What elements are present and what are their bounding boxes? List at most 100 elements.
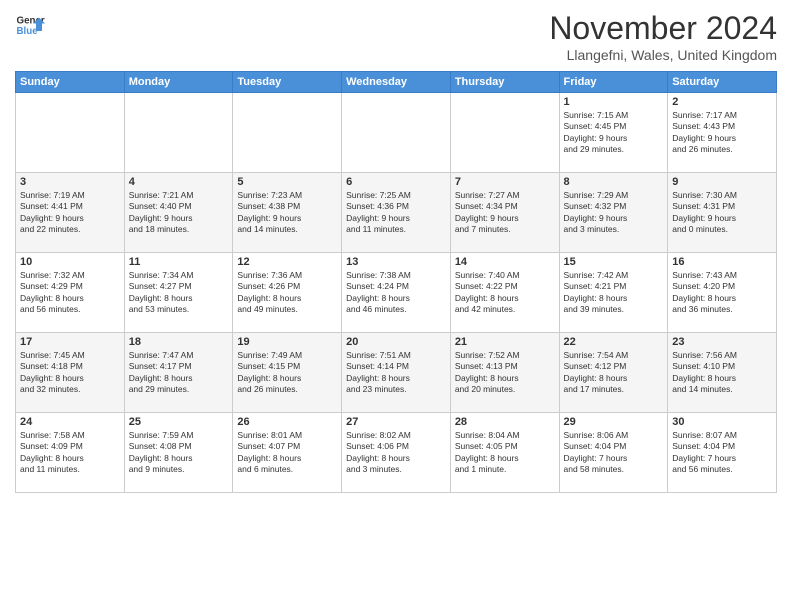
- day-number: 24: [20, 416, 120, 428]
- day-info: Sunrise: 7:19 AMSunset: 4:41 PMDaylight:…: [20, 190, 120, 236]
- header-saturday: Saturday: [668, 72, 777, 93]
- calendar-cell: 3 Sunrise: 7:19 AMSunset: 4:41 PMDaylight…: [16, 173, 125, 253]
- day-number: 21: [455, 336, 555, 348]
- day-info: Sunrise: 8:06 AMSunset: 4:04 PMDaylight:…: [564, 430, 664, 476]
- month-title: November 2024: [549, 10, 777, 47]
- calendar-cell: 2 Sunrise: 7:17 AMSunset: 4:43 PMDaylight…: [668, 93, 777, 173]
- calendar-cell: 5 Sunrise: 7:23 AMSunset: 4:38 PMDaylight…: [233, 173, 342, 253]
- page-container: General Blue November 2024 Llangefni, Wa…: [0, 0, 792, 612]
- day-info: Sunrise: 7:54 AMSunset: 4:12 PMDaylight:…: [564, 350, 664, 396]
- day-info: Sunrise: 7:58 AMSunset: 4:09 PMDaylight:…: [20, 430, 120, 476]
- page-header: General Blue November 2024 Llangefni, Wa…: [15, 10, 777, 63]
- day-number: 6: [346, 176, 446, 188]
- calendar-cell: 22 Sunrise: 7:54 AMSunset: 4:12 PMDayligh…: [559, 333, 668, 413]
- day-number: 9: [672, 176, 772, 188]
- header-wednesday: Wednesday: [342, 72, 451, 93]
- day-info: Sunrise: 8:07 AMSunset: 4:04 PMDaylight:…: [672, 430, 772, 476]
- header-sunday: Sunday: [16, 72, 125, 93]
- calendar-week-4: 17Sunrise: 7:45 AMSunset: 4:18 PMDayligh…: [16, 333, 777, 413]
- day-info: Sunrise: 7:15 AMSunset: 4:45 PMDaylight:…: [564, 110, 664, 156]
- calendar-cell: 10 Sunrise: 7:32 AMSunset: 4:29 PMDayligh…: [16, 253, 125, 333]
- header-monday: Monday: [124, 72, 233, 93]
- calendar-cell: [16, 93, 125, 173]
- day-info: Sunrise: 7:47 AMSunset: 4:17 PMDaylight:…: [129, 350, 229, 396]
- calendar-cell: 20 Sunrise: 7:51 AMSunset: 4:14 PMDayligh…: [342, 333, 451, 413]
- title-section: November 2024 Llangefni, Wales, United K…: [549, 10, 777, 63]
- calendar-cell: 14Sunrise: 7:40 AMSunset: 4:22 PMDayligh…: [450, 253, 559, 333]
- calendar-cell: 19 Sunrise: 7:49 AMSunset: 4:15 PMDayligh…: [233, 333, 342, 413]
- day-info: Sunrise: 7:27 AMSunset: 4:34 PMDaylight:…: [455, 190, 555, 236]
- day-number: 5: [237, 176, 337, 188]
- calendar-cell: [450, 93, 559, 173]
- calendar-cell: 28 Sunrise: 8:04 AMSunset: 4:05 PMDayligh…: [450, 413, 559, 493]
- day-number: 16: [672, 256, 772, 268]
- day-info: Sunrise: 7:25 AMSunset: 4:36 PMDaylight:…: [346, 190, 446, 236]
- calendar-cell: [124, 93, 233, 173]
- day-number: 15: [564, 256, 664, 268]
- day-info: Sunrise: 7:36 AMSunset: 4:26 PMDaylight:…: [237, 270, 337, 316]
- day-number: 26: [237, 416, 337, 428]
- day-number: 11: [129, 256, 229, 268]
- day-info: Sunrise: 7:45 AMSunset: 4:18 PMDaylight:…: [20, 350, 120, 396]
- calendar-cell: [342, 93, 451, 173]
- calendar-cell: 12 Sunrise: 7:36 AMSunset: 4:26 PMDayligh…: [233, 253, 342, 333]
- calendar-cell: 7 Sunrise: 7:27 AMSunset: 4:34 PMDaylight…: [450, 173, 559, 253]
- calendar-table: Sunday Monday Tuesday Wednesday Thursday…: [15, 71, 777, 493]
- calendar-cell: 24 Sunrise: 7:58 AMSunset: 4:09 PMDayligh…: [16, 413, 125, 493]
- day-number: 10: [20, 256, 120, 268]
- day-info: Sunrise: 7:30 AMSunset: 4:31 PMDaylight:…: [672, 190, 772, 236]
- day-info: Sunrise: 7:34 AMSunset: 4:27 PMDaylight:…: [129, 270, 229, 316]
- day-info: Sunrise: 7:52 AMSunset: 4:13 PMDaylight:…: [455, 350, 555, 396]
- calendar-cell: 27 Sunrise: 8:02 AMSunset: 4:06 PMDayligh…: [342, 413, 451, 493]
- day-info: Sunrise: 7:40 AMSunset: 4:22 PMDaylight:…: [455, 270, 555, 316]
- subtitle: Llangefni, Wales, United Kingdom: [549, 47, 777, 63]
- day-number: 29: [564, 416, 664, 428]
- calendar-cell: 25 Sunrise: 7:59 AMSunset: 4:08 PMDayligh…: [124, 413, 233, 493]
- day-info: Sunrise: 7:21 AMSunset: 4:40 PMDaylight:…: [129, 190, 229, 236]
- calendar-week-5: 24 Sunrise: 7:58 AMSunset: 4:09 PMDayligh…: [16, 413, 777, 493]
- svg-text:Blue: Blue: [17, 26, 39, 37]
- day-info: Sunrise: 7:43 AMSunset: 4:20 PMDaylight:…: [672, 270, 772, 316]
- calendar-cell: 17Sunrise: 7:45 AMSunset: 4:18 PMDayligh…: [16, 333, 125, 413]
- day-number: 2: [672, 96, 772, 108]
- header-thursday: Thursday: [450, 72, 559, 93]
- day-info: Sunrise: 7:49 AMSunset: 4:15 PMDaylight:…: [237, 350, 337, 396]
- day-number: 18: [129, 336, 229, 348]
- calendar-cell: 26Sunrise: 8:01 AMSunset: 4:07 PMDayligh…: [233, 413, 342, 493]
- logo-icon: General Blue: [15, 10, 45, 40]
- day-number: 22: [564, 336, 664, 348]
- day-info: Sunrise: 7:42 AMSunset: 4:21 PMDaylight:…: [564, 270, 664, 316]
- day-info: Sunrise: 8:04 AMSunset: 4:05 PMDaylight:…: [455, 430, 555, 476]
- calendar-cell: 8Sunrise: 7:29 AMSunset: 4:32 PMDaylight…: [559, 173, 668, 253]
- day-number: 23: [672, 336, 772, 348]
- day-info: Sunrise: 7:23 AMSunset: 4:38 PMDaylight:…: [237, 190, 337, 236]
- calendar-cell: [233, 93, 342, 173]
- day-info: Sunrise: 7:51 AMSunset: 4:14 PMDaylight:…: [346, 350, 446, 396]
- day-info: Sunrise: 7:59 AMSunset: 4:08 PMDaylight:…: [129, 430, 229, 476]
- day-number: 28: [455, 416, 555, 428]
- calendar-cell: 11 Sunrise: 7:34 AMSunset: 4:27 PMDayligh…: [124, 253, 233, 333]
- calendar-cell: 21 Sunrise: 7:52 AMSunset: 4:13 PMDayligh…: [450, 333, 559, 413]
- day-number: 19: [237, 336, 337, 348]
- calendar-week-1: 1 Sunrise: 7:15 AMSunset: 4:45 PMDaylight…: [16, 93, 777, 173]
- day-number: 12: [237, 256, 337, 268]
- calendar-cell: 23Sunrise: 7:56 AMSunset: 4:10 PMDayligh…: [668, 333, 777, 413]
- calendar-cell: 30Sunrise: 8:07 AMSunset: 4:04 PMDayligh…: [668, 413, 777, 493]
- calendar-week-2: 3 Sunrise: 7:19 AMSunset: 4:41 PMDaylight…: [16, 173, 777, 253]
- day-number: 27: [346, 416, 446, 428]
- day-number: 25: [129, 416, 229, 428]
- calendar-header-row: Sunday Monday Tuesday Wednesday Thursday…: [16, 72, 777, 93]
- day-number: 20: [346, 336, 446, 348]
- calendar-cell: 15 Sunrise: 7:42 AMSunset: 4:21 PMDayligh…: [559, 253, 668, 333]
- header-friday: Friday: [559, 72, 668, 93]
- header-tuesday: Tuesday: [233, 72, 342, 93]
- calendar-cell: 6 Sunrise: 7:25 AMSunset: 4:36 PMDaylight…: [342, 173, 451, 253]
- day-number: 1: [564, 96, 664, 108]
- day-number: 7: [455, 176, 555, 188]
- calendar-cell: 13Sunrise: 7:38 AMSunset: 4:24 PMDayligh…: [342, 253, 451, 333]
- day-info: Sunrise: 8:02 AMSunset: 4:06 PMDaylight:…: [346, 430, 446, 476]
- day-info: Sunrise: 7:32 AMSunset: 4:29 PMDaylight:…: [20, 270, 120, 316]
- day-info: Sunrise: 7:17 AMSunset: 4:43 PMDaylight:…: [672, 110, 772, 156]
- day-number: 3: [20, 176, 120, 188]
- day-number: 4: [129, 176, 229, 188]
